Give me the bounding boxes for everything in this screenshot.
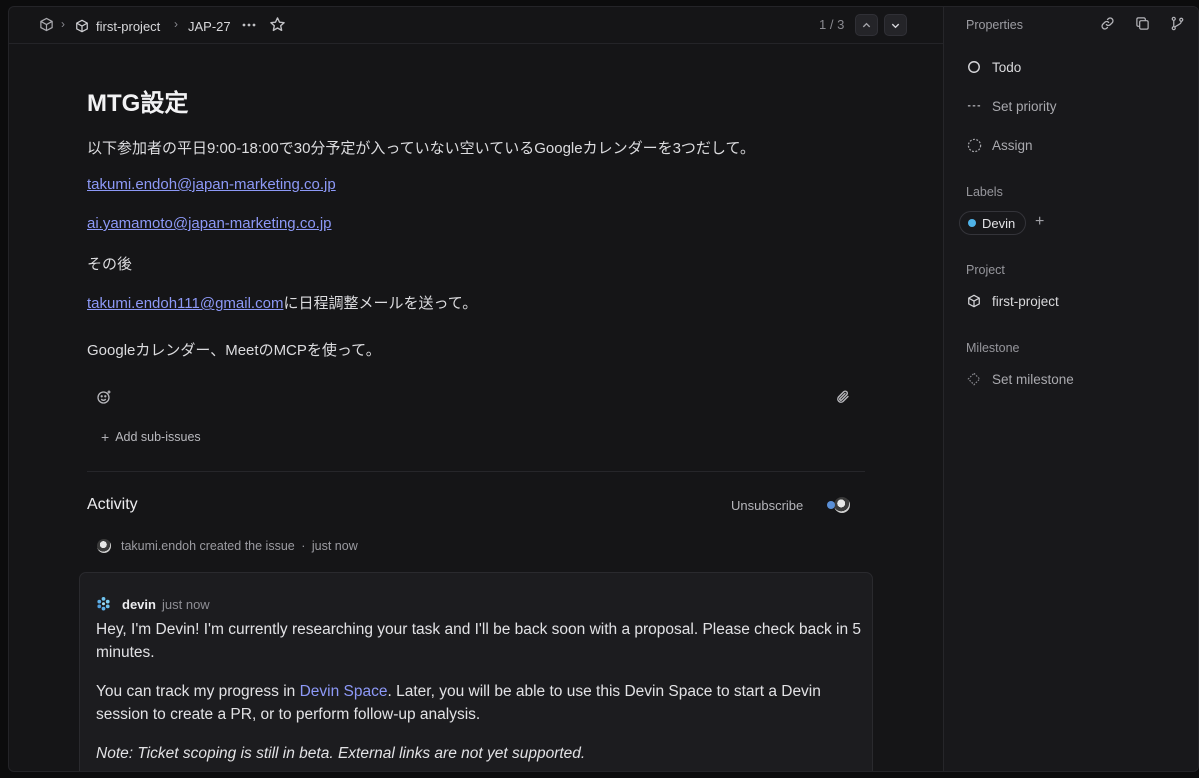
git-branch-icon[interactable] — [1170, 16, 1185, 36]
breadcrumb-project-label: first-project — [96, 18, 161, 34]
status-label: Todo — [992, 59, 1022, 75]
devin-logo-icon — [96, 596, 111, 616]
attachment-icon[interactable] — [835, 389, 851, 410]
label-chip-devin[interactable]: Devin — [959, 211, 1027, 235]
previous-issue-button[interactable] — [855, 14, 878, 36]
activity-heading: Activity — [87, 496, 138, 513]
project-cube-icon — [75, 19, 89, 33]
copy-link-icon[interactable] — [1100, 16, 1115, 36]
project-heading: Project — [966, 263, 1005, 277]
copy-id-icon[interactable] — [1135, 16, 1150, 36]
issue-pager-count: 1 / 3 — [819, 17, 845, 32]
unsubscribe-button[interactable]: Unsubscribe — [731, 498, 803, 513]
app-window: › first-project › JAP-27 1 / 3 MTG設定 以下参… — [8, 6, 1199, 772]
description-then: その後 — [87, 256, 133, 273]
add-reaction-icon[interactable] — [96, 389, 112, 410]
status-property[interactable]: Todo — [966, 57, 1021, 77]
chevron-up-icon — [861, 20, 872, 31]
email-line-2: ai.yamamoto@japan-marketing.co.jp — [87, 215, 332, 232]
issue-id-label: JAP-27 — [188, 18, 231, 34]
milestone-property[interactable]: Set milestone — [966, 369, 1074, 389]
email-line-3: takumi.endoh111@gmail.comに日程調整メールを送って。 — [87, 292, 477, 313]
add-label-icon[interactable]: + — [1035, 213, 1044, 231]
comment-line-2: You can track my progress in Devin Space… — [96, 680, 862, 726]
email-link[interactable]: takumi.endoh111@gmail.com — [87, 295, 283, 312]
labels-heading: Labels — [966, 185, 1003, 199]
assign-user-icon — [966, 137, 982, 153]
top-bar: › first-project › JAP-27 1 / 3 — [9, 7, 943, 44]
assignee-property[interactable]: Assign — [966, 135, 1033, 155]
comment-time[interactable]: just now — [162, 597, 210, 612]
more-options-icon[interactable] — [241, 17, 257, 33]
email-link[interactable]: takumi.endoh@japan-marketing.co.jp — [87, 176, 336, 193]
project-property[interactable]: first-project — [966, 291, 1059, 311]
subscriber-avatar[interactable] — [833, 496, 851, 514]
project-label: first-project — [992, 293, 1059, 309]
breadcrumb-project[interactable]: first-project — [75, 16, 160, 36]
team-cube-icon[interactable] — [39, 17, 54, 32]
email-link[interactable]: ai.yamamoto@japan-marketing.co.jp — [87, 215, 332, 232]
properties-sidebar: Properties Todo Set priority Assign Labe… — [943, 7, 1198, 771]
section-divider — [87, 471, 865, 472]
description-last: Googleカレンダー、MeetのMCPを使って。 — [87, 342, 381, 359]
milestone-diamond-icon — [966, 371, 982, 387]
milestone-heading: Milestone — [966, 341, 1020, 355]
devin-space-link[interactable]: Devin Space — [300, 683, 388, 700]
description-paragraph: 以下参加者の平日9:00-18:00で30分予定が入っていない空いているGoog… — [87, 140, 756, 157]
comment-card: devin just now Hey, I'm Devin! I'm curre… — [79, 572, 873, 771]
chevron-down-icon — [890, 20, 901, 31]
priority-property[interactable]: Set priority — [966, 96, 1057, 116]
chevron-right-icon: › — [174, 17, 178, 31]
subscriber-avatar-secondary — [827, 501, 835, 509]
add-sub-issues-button[interactable]: + Add sub-issues — [101, 429, 201, 445]
comment-line-1: Hey, I'm Devin! I'm currently researchin… — [96, 621, 862, 661]
email-suffix-text: に日程調整メールを送って。 — [283, 295, 478, 312]
comment-text: You can track my progress in — [96, 683, 300, 700]
comment-note: Note: Ticket scoping is still in beta. E… — [96, 745, 586, 762]
created-separator: · — [301, 539, 306, 553]
assign-label: Assign — [992, 137, 1033, 153]
breadcrumb-issue-id[interactable]: JAP-27 — [188, 16, 231, 36]
star-icon[interactable] — [269, 16, 286, 33]
project-cube-icon — [966, 293, 982, 309]
label-chip-text: Devin — [982, 215, 1016, 231]
comment-author[interactable]: devin — [122, 597, 156, 612]
add-sub-issues-label: Add sub-issues — [115, 430, 201, 444]
properties-heading: Properties — [966, 18, 1023, 32]
no-priority-icon — [966, 98, 982, 114]
issue-created-event: takumi.endoh created the issue · just no… — [121, 539, 358, 553]
created-time[interactable]: just now — [312, 539, 358, 553]
created-text: takumi.endoh created the issue — [121, 539, 295, 553]
milestone-label: Set milestone — [992, 371, 1074, 387]
issue-main-panel: › first-project › JAP-27 1 / 3 MTG設定 以下参… — [9, 7, 943, 771]
priority-label: Set priority — [992, 98, 1057, 114]
email-line-1: takumi.endoh@japan-marketing.co.jp — [87, 176, 336, 193]
chevron-right-icon: › — [61, 17, 65, 31]
todo-circle-icon — [966, 59, 982, 75]
creator-avatar — [97, 539, 111, 553]
label-color-dot — [968, 219, 976, 227]
plus-icon: + — [101, 429, 110, 445]
next-issue-button[interactable] — [884, 14, 907, 36]
issue-title[interactable]: MTG設定 — [87, 83, 188, 118]
